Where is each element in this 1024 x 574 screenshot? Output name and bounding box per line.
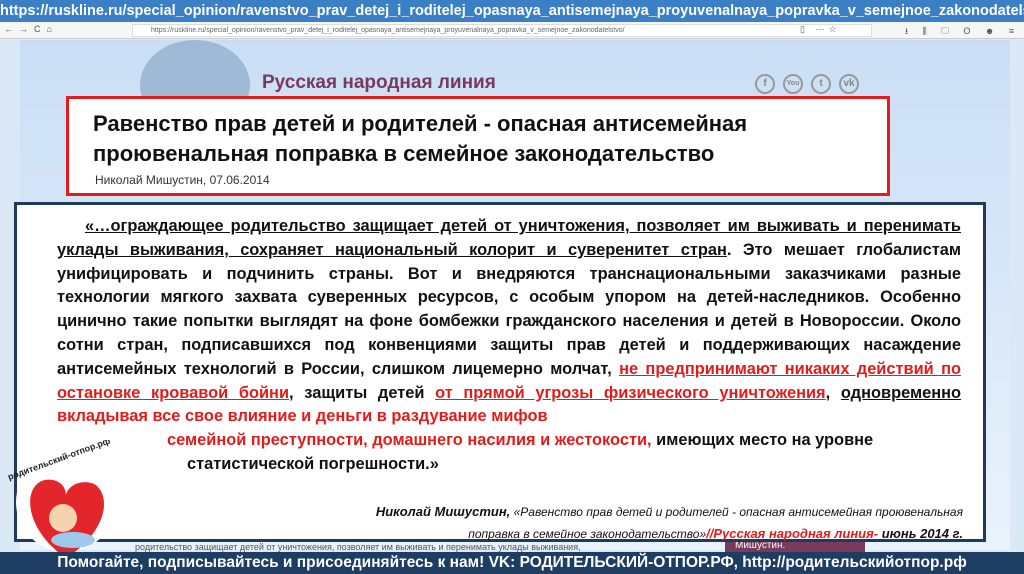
slide-url-header: https://ruskline.ru/special_opinion/rave… [0,0,1024,22]
youtube-icon[interactable]: You [783,74,803,94]
facebook-icon[interactable]: f [755,74,775,94]
quote-box: «…ограждающее родительство защищает дете… [14,202,986,542]
vk-icon[interactable]: vk [839,74,859,94]
quote-text-cont: семейной преступности, домашнего насилия… [167,431,874,450]
browser-extension-icons[interactable]: ⭳ ⫼ ▢ O ☻ ≡ [905,24,1020,40]
article-title-box: Равенство прав детей и родителей - опасн… [66,96,890,196]
twitter-icon[interactable]: t [811,74,831,94]
roditelsky-otpor-logo: родительский-отпор.рф [8,440,116,558]
quote-text: «…ограждающее родительство защищает дете… [57,217,962,426]
quote-source: Николай Мишустин, «Равенство прав детей … [375,504,963,541]
browser-toolbar: ←→C⌂ https://ruskline.ru/special_opinion… [0,22,1024,39]
article-title: Равенство прав детей и родителей - опасн… [93,111,748,166]
address-bar[interactable]: https://ruskline.ru/special_opinion/rave… [132,24,872,37]
navigation-buttons[interactable]: ←→C⌂ [4,24,58,34]
social-links: f You t vk [755,74,859,94]
quote-text-end: статистической погрешности.» [187,454,439,473]
article-byline: Николай Мишустин, 07.06.2014 [95,173,270,187]
page-actions-icons[interactable]: ▯ ⋯☆ [800,24,841,35]
site-title[interactable]: Русская народная линия [262,72,496,94]
bottom-banner: Помогайте, подписывайтесь и присоединяйт… [0,552,1024,574]
